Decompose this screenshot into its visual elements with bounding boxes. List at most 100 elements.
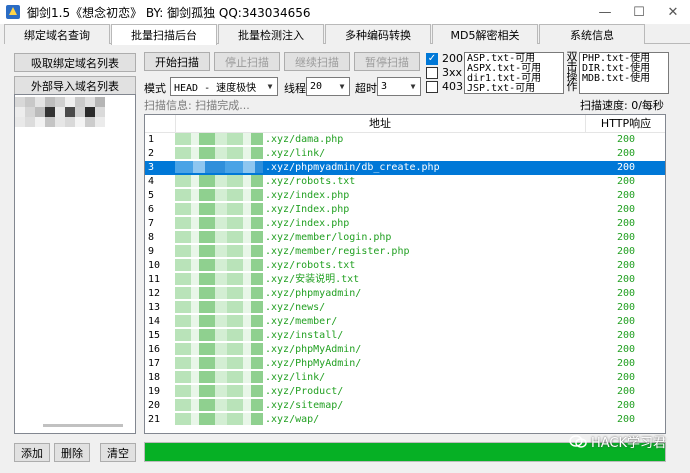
start-scan-button[interactable]: 开始扫描	[144, 52, 210, 71]
import-domain-list-button[interactable]: 外部导入域名列表	[14, 76, 136, 95]
row-id: 10	[148, 259, 161, 271]
dict-side-label: 双击操作	[566, 50, 578, 93]
redacted-domain	[175, 356, 263, 369]
table-row[interactable]: 13 .xyz/news/200	[145, 300, 665, 315]
tab-md5[interactable]: MD5解密相关	[432, 24, 538, 44]
table-row[interactable]: 5 .xyz/index.php 200	[145, 188, 665, 203]
stop-scan-button[interactable]: 停止扫描	[214, 52, 280, 71]
timeout-select[interactable]: 3 ▼	[377, 77, 421, 96]
dict-used-list[interactable]: PHP.txt-使用 DIR.txt-使用 MDB.txt-使用	[579, 52, 669, 94]
redacted-domain	[175, 230, 263, 243]
col-id-header[interactable]: ID	[145, 115, 176, 133]
thread-select[interactable]: 20 ▼	[306, 77, 350, 96]
table-row[interactable]: 8 .xyz/member/login.php 200	[145, 230, 665, 245]
table-row[interactable]: 11 .xyz/安装说明.txt 200	[145, 272, 665, 287]
row-url-cell: .xyz/index.php	[175, 216, 585, 231]
redacted-domain	[175, 300, 263, 313]
maximize-icon[interactable]: ☐	[622, 0, 656, 24]
row-url: .xyz/index.php	[265, 189, 350, 201]
table-row[interactable]: 1 .xyz/dama.php 200	[145, 132, 665, 147]
dict-available-list[interactable]: ASP.txt-可用 ASPX.txt-可用 dir1.txt-可用 JSP.t…	[464, 52, 564, 94]
row-id: 1	[148, 133, 155, 145]
fetch-domain-list-button[interactable]: 吸取绑定域名列表	[14, 53, 136, 72]
redacted-domain	[175, 398, 263, 411]
row-http-code: 200	[616, 203, 636, 215]
table-row[interactable]: 20 .xyz/sitemap/200	[145, 398, 665, 413]
tab-batch-inject[interactable]: 批量检测注入	[218, 24, 324, 44]
redacted-domain	[175, 370, 263, 383]
tab-encoding[interactable]: 多种编码转换	[325, 24, 431, 44]
table-row[interactable]: 19 .xyz/Product/200	[145, 384, 665, 399]
minimize-icon[interactable]: —	[588, 0, 622, 24]
row-url-cell: .xyz/link/	[175, 370, 585, 385]
clear-button[interactable]: 清空	[100, 443, 136, 462]
window-title: 御剑1.5《想念初恋》 BY: 御剑孤独 QQ:343034656	[27, 5, 311, 20]
table-row[interactable]: 2 .xyz/link/200	[145, 146, 665, 161]
add-button[interactable]: 添加	[14, 443, 50, 462]
table-row[interactable]: 21 .xyz/wap/200	[145, 412, 665, 427]
table-row[interactable]: 15 .xyz/install/200	[145, 328, 665, 343]
row-http-code: 200	[616, 287, 636, 299]
tab-bind-domain[interactable]: 绑定域名查询	[4, 24, 110, 44]
row-http-code: 200	[616, 189, 636, 201]
list-item[interactable]: MDB.txt-使用	[582, 74, 666, 84]
mode-value: HEAD - 速度极快	[174, 83, 257, 94]
checkmark-icon: ✓	[426, 52, 438, 65]
row-url-cell: .xyz/phpmyadmin/	[175, 286, 585, 301]
checkbox-empty-icon	[426, 66, 438, 79]
timeout-label: 超时	[355, 82, 377, 95]
pause-scan-button[interactable]: 暂停扫描	[354, 52, 420, 71]
row-url-cell: .xyz/news/	[175, 300, 585, 315]
watermark: HACK学习君	[569, 432, 666, 451]
table-row[interactable]: 6 .xyz/Index.php 200	[145, 202, 665, 217]
tab-batch-scan[interactable]: 批量扫描后台	[111, 24, 217, 45]
col-url-header[interactable]: 地址	[175, 115, 586, 133]
row-url: .xyz/dama.php	[265, 133, 344, 145]
row-id: 11	[148, 273, 161, 285]
row-http-code: 200	[616, 413, 636, 425]
table-row[interactable]: 16 .xyz/phpMyAdmin/200	[145, 342, 665, 357]
row-http-code: 200	[616, 371, 636, 383]
thread-value: 20	[310, 81, 323, 92]
tab-sysinfo[interactable]: 系统信息	[539, 24, 645, 44]
col-code-header[interactable]: HTTP响应	[585, 115, 665, 133]
table-row[interactable]: 18 .xyz/link/200	[145, 370, 665, 385]
close-icon[interactable]: ✕	[656, 0, 690, 24]
table-row[interactable]: 14 .xyz/member/200	[145, 314, 665, 329]
row-http-code: 200	[616, 133, 636, 145]
row-http-code: 200	[616, 315, 636, 327]
row-url-cell: .xyz/dama.php	[175, 132, 585, 147]
row-id: 7	[148, 217, 155, 229]
chevron-down-icon: ▼	[267, 82, 273, 91]
domain-list[interactable]	[14, 94, 136, 434]
code-200-checkbox[interactable]: ✓ 200	[426, 52, 463, 65]
table-row[interactable]: 10 .xyz/robots.txt 200	[145, 258, 665, 273]
table-row[interactable]: 4 .xyz/robots.txt 200	[145, 174, 665, 189]
results-table[interactable]: ID 地址 HTTP响应 1 .xyz/dama.php 200 2 .xyz/link…	[144, 114, 666, 434]
code-3xx-checkbox[interactable]: 3xx	[426, 66, 462, 79]
table-row[interactable]: 9 .xyz/member/register.php 200	[145, 244, 665, 259]
delete-button[interactable]: 删除	[54, 443, 90, 462]
continue-scan-button[interactable]: 继续扫描	[284, 52, 350, 71]
table-row[interactable]: 17 .xyz/PhpMyAdmin/200	[145, 356, 665, 371]
mode-select[interactable]: HEAD - 速度极快 ▼	[170, 77, 278, 96]
horizontal-scrollbar[interactable]	[43, 424, 123, 427]
redacted-domain	[175, 146, 263, 159]
row-http-code: 200	[616, 385, 636, 397]
scan-status-label: 扫描信息: 扫描完成...	[144, 99, 250, 112]
row-url-cell: .xyz/Product/	[175, 384, 585, 399]
table-header: ID 地址 HTTP响应	[145, 115, 665, 133]
code-403-checkbox[interactable]: 403	[426, 80, 463, 93]
row-url: .xyz/phpMyAdmin/	[265, 343, 362, 355]
list-item[interactable]: JSP.txt-可用	[467, 84, 561, 94]
table-row[interactable]: 7 .xyz/index.php 200	[145, 216, 665, 231]
row-url: .xyz/install/	[265, 329, 344, 341]
row-id: 5	[148, 189, 155, 201]
row-id: 20	[148, 399, 161, 411]
watermark-text: HACK学习君	[590, 436, 666, 451]
row-http-code: 200	[616, 301, 636, 313]
table-row[interactable]: 3 .xyz/phpmyadmin/db_create.php 200	[145, 160, 665, 175]
row-http-code: 200	[616, 147, 636, 159]
table-row[interactable]: 12 .xyz/phpmyadmin/200	[145, 286, 665, 301]
row-url: .xyz/link/	[265, 371, 326, 383]
